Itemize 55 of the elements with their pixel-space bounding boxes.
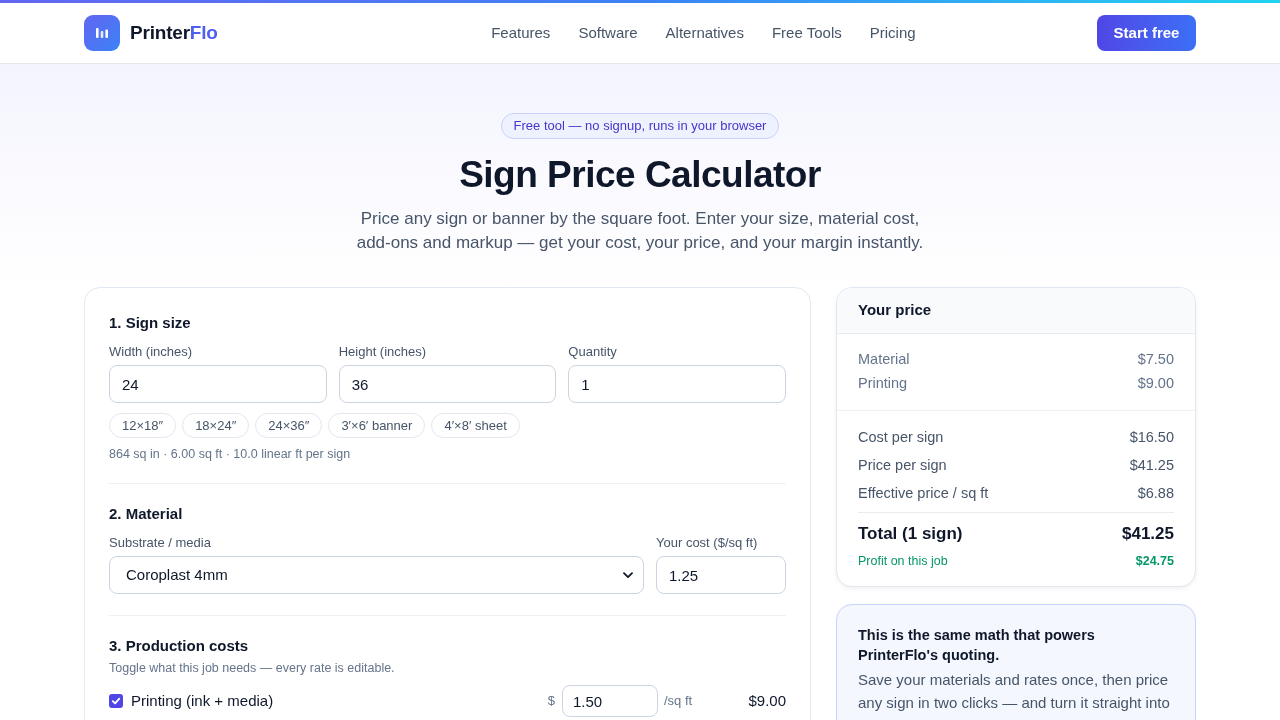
section-hint: Toggle what this job needs — every rate is editable.	[109, 660, 396, 677]
size-preset-chip[interactable]: 24×36″	[255, 413, 323, 438]
summary-title: Your price	[858, 300, 932, 321]
nav-link[interactable]: Features	[491, 21, 551, 45]
checkbox[interactable]	[109, 694, 123, 708]
page-title: Sign Price Calculator	[459, 153, 821, 197]
free-tool-badge: Free tool — no signup, runs in your browser	[500, 113, 780, 139]
bars-logo-icon	[84, 15, 120, 51]
metric-label: Cost per sign	[858, 428, 944, 448]
cost-item-amount: $9.00	[747, 690, 786, 711]
metric-value: $41.25	[1129, 456, 1174, 476]
nav-link[interactable]: Free Tools	[771, 21, 842, 45]
promo-text: Save your materials and rates once, then price any sign in two clicks — and turn it straight into	[858, 670, 1171, 713]
total-value: $41.25	[1122, 523, 1174, 546]
rate-unit: /sq ft	[664, 692, 694, 711]
field-label: Your cost ($/sq ft)	[656, 534, 759, 552]
profit-value: $24.75	[1135, 552, 1174, 570]
size-preset-chip[interactable]: 4′×8′ sheet	[431, 413, 520, 438]
metric-label: Effective price / sq ft	[858, 484, 989, 504]
chevron-down-icon	[623, 571, 633, 579]
nav-link[interactable]: Alternatives	[665, 21, 744, 45]
nav-link[interactable]: Pricing	[869, 21, 916, 45]
number-input[interactable]: 24	[109, 365, 327, 403]
substrate-select[interactable]: Coroplast 4mm	[109, 556, 644, 594]
currency-symbol: $	[547, 692, 555, 711]
number-input[interactable]: 1	[568, 365, 786, 403]
rate-input[interactable]: 1.50	[562, 685, 658, 717]
breakdown-label: Material	[858, 350, 910, 370]
metric-value: $6.88	[1137, 484, 1174, 504]
promo-heading: This is the same math that powers PrinterFlo's quoting.	[858, 626, 1096, 665]
breakdown-label: Printing	[858, 374, 908, 394]
metric-label: Price per sign	[858, 456, 947, 476]
breakdown-value: $7.50	[1137, 350, 1174, 370]
size-preset-chip[interactable]: 18×24″	[182, 413, 250, 438]
field-label: Height (inches)	[338, 343, 428, 361]
field-label: Quantity	[568, 343, 618, 361]
section-heading: 2. Material	[109, 504, 184, 524]
size-preset-chip[interactable]: 3′×6′ banner	[328, 413, 426, 438]
field-label: Width (inches)	[109, 343, 194, 361]
number-input[interactable]: 36	[338, 365, 557, 403]
profit-label: Profit on this job	[858, 552, 948, 570]
section-heading: 1. Sign size	[109, 313, 192, 333]
total-label: Total (1 sign)	[858, 523, 963, 546]
breakdown-value: $9.00	[1137, 374, 1174, 394]
brand-wordmark[interactable]: PrinterFlo	[130, 18, 218, 48]
page-subtitle: Price any sign or banner by the square foot. Enter your size, material cost, add-ons and markup — get your cost, your price, and your margin instantly.	[355, 208, 925, 254]
section-heading: 3. Production costs	[109, 636, 250, 656]
field-label: Substrate / media	[109, 534, 212, 552]
size-preset-chip[interactable]: 12×18″	[109, 413, 177, 438]
area-summary: 864 sq in · 6.00 sq ft · 10.0 linear ft per sign	[109, 446, 352, 463]
nav-link[interactable]: Software	[578, 21, 638, 45]
cost-input[interactable]: 1.25	[656, 556, 786, 594]
metric-value: $16.50	[1129, 428, 1174, 448]
start-free-button[interactable]: Start free	[1097, 15, 1196, 51]
cost-item-label: Printing (ink + media)	[131, 690, 274, 711]
